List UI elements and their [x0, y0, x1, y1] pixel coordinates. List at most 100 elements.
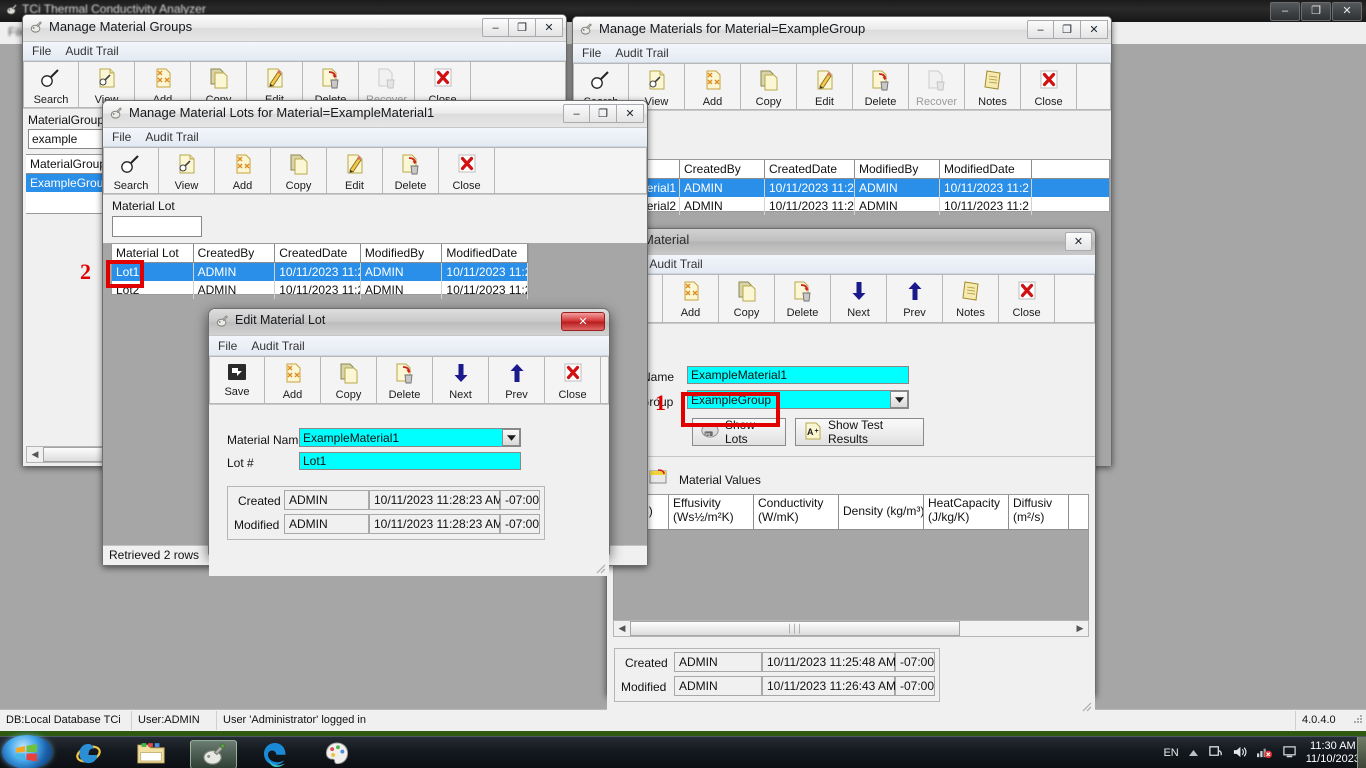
taskbar-microsoft-edge[interactable] [252, 740, 297, 767]
material-lots-menubar[interactable]: File Audit Trail [103, 128, 647, 147]
edit-material-toolbar[interactable]: Save Add Copy Delete [607, 274, 1095, 324]
toolbar-prev-button[interactable]: Prev [887, 274, 943, 323]
chevron-down-icon[interactable] [502, 429, 520, 446]
main-restore-button[interactable]: ❐ [1301, 2, 1331, 21]
toolbar-add-button[interactable]: Add [265, 356, 321, 404]
materials-grid[interactable]: Material CreatedBy CreatedDate ModifiedB… [576, 159, 1110, 215]
lot-number-input[interactable] [299, 452, 521, 470]
menu-audit-trail[interactable]: Audit Trail [145, 130, 198, 144]
system-tray[interactable]: EN 11:30 AM 11/10/2023 [1163, 737, 1360, 768]
table-row[interactable]: ExampleMaterial1 ADMIN 10/11/2023 11:2 A… [576, 179, 1109, 197]
edit-material-lot-toolbar[interactable]: Save Add Copy Delete Next Prev Close [209, 356, 609, 405]
toolbar-prev-button[interactable]: Prev [489, 356, 545, 404]
toolbar-copy-button[interactable]: Copy [719, 274, 775, 323]
table-row[interactable]: Lot2 ADMIN 10/11/2023 11:2 ADMIN 10/11/2… [112, 281, 529, 299]
toolbar-copy-button[interactable]: Copy [321, 356, 377, 404]
close-button[interactable]: ✕ [1081, 20, 1108, 39]
maximize-button[interactable]: ❐ [1054, 20, 1081, 39]
show-hidden-icons-arrow[interactable] [1188, 746, 1199, 760]
toolbar-view-button[interactable]: View [159, 147, 215, 194]
edit-material-lot-menubar[interactable]: File Audit Trail [209, 336, 609, 356]
minimize-button[interactable]: – [563, 104, 590, 123]
close-button[interactable]: ✕ [1065, 232, 1092, 251]
volume-icon[interactable] [1232, 745, 1247, 762]
toolbar-recover-button[interactable]: Recover [909, 63, 965, 110]
scroll-track[interactable]: │││ [630, 621, 1072, 636]
materials-toolbar[interactable]: Search View Add Copy [573, 63, 1111, 111]
toolbar-copy-button[interactable]: Copy [271, 147, 327, 194]
lot-material-name-input[interactable] [299, 428, 521, 447]
material-values-grid[interactable]: nt (°C) Effusivity (Ws½/m²K) Conductivit… [613, 494, 1089, 625]
start-button[interactable] [2, 735, 52, 768]
toolbar-close-button[interactable]: Close [439, 147, 495, 194]
edit-material-window[interactable]: Edit Material ✕ File Audit Trail Save Ad… [606, 228, 1096, 714]
close-button[interactable]: ✕ [617, 104, 644, 123]
material-lot-search-input[interactable] [112, 216, 202, 237]
taskbar[interactable]: EN 11:30 AM 11/10/2023 [0, 735, 1366, 768]
action-center-icon[interactable] [1208, 744, 1223, 762]
toolbar-close-button[interactable]: Close [1021, 63, 1077, 110]
material-lots-toolbar[interactable]: Search View Add Copy Edit Delete Close [103, 147, 647, 195]
toolbar-delete-button[interactable]: Delete [377, 356, 433, 404]
toolbar-next-button[interactable]: Next [831, 274, 887, 323]
main-minimize-button[interactable]: – [1270, 2, 1300, 21]
material-groups-titlebar[interactable]: Manage Material Groups – ❐ ✕ [23, 15, 566, 42]
taskbar-paint[interactable] [314, 740, 359, 767]
scroll-thumb[interactable]: │││ [630, 621, 960, 636]
close-button[interactable]: ✕ [561, 312, 605, 331]
taskbar-tci-analyzer[interactable] [190, 740, 237, 768]
minimize-button[interactable]: – [1027, 20, 1054, 39]
menu-audit-trail[interactable]: Audit Trail [649, 257, 702, 271]
toolbar-copy-button[interactable]: Copy [741, 63, 797, 110]
materials-titlebar[interactable]: Manage Materials for Material=ExampleGro… [573, 17, 1111, 44]
menu-file[interactable]: File [32, 44, 51, 58]
display-icon[interactable] [1282, 745, 1297, 762]
toolbar-delete-button[interactable]: Delete [775, 274, 831, 323]
toolbar-edit-button[interactable]: Edit [327, 147, 383, 194]
table-row[interactable]: Lot1 ADMIN 10/11/2023 11:2 ADMIN 10/11/2… [112, 263, 529, 281]
taskbar-internet-explorer[interactable] [66, 740, 111, 767]
toolbar-notes-button[interactable]: Notes [943, 274, 999, 323]
lot-material-name-combobox[interactable] [299, 428, 521, 447]
toolbar-delete-button[interactable]: Delete [383, 147, 439, 194]
scroll-right-arrow[interactable]: ▶ [1072, 621, 1088, 636]
material-values-hscrollbar[interactable]: ◀ │││ ▶ [613, 620, 1089, 637]
toolbar-next-button[interactable]: Next [433, 356, 489, 404]
network-alert-icon[interactable] [1256, 744, 1273, 762]
resize-grip[interactable] [1079, 699, 1092, 712]
toolbar-edit-button[interactable]: Edit [797, 63, 853, 110]
menu-audit-trail[interactable]: Audit Trail [615, 46, 668, 60]
main-resize-grip[interactable] [1350, 713, 1364, 727]
materials-menubar[interactable]: File Audit Trail [573, 44, 1111, 63]
toolbar-close-button[interactable]: Close [545, 356, 601, 404]
menu-audit-trail[interactable]: Audit Trail [251, 339, 304, 353]
tray-language[interactable]: EN [1163, 747, 1178, 759]
toolbar-add-button[interactable]: Add [685, 63, 741, 110]
taskbar-file-explorer[interactable] [128, 740, 173, 767]
main-close-button[interactable]: ✕ [1332, 2, 1362, 21]
toolbar-notes-button[interactable]: Notes [965, 63, 1021, 110]
scroll-left-arrow[interactable]: ◀ [27, 447, 43, 462]
menu-file[interactable]: File [112, 130, 131, 144]
toolbar-save-button[interactable]: Save [209, 356, 265, 404]
material-groups-menubar[interactable]: File Audit Trail [23, 42, 566, 61]
scroll-left-arrow[interactable]: ◀ [614, 621, 630, 636]
material-name-input[interactable] [687, 366, 909, 384]
toolbar-add-button[interactable]: Add [663, 274, 719, 323]
resize-grip[interactable] [593, 561, 606, 574]
edit-material-lot-window[interactable]: Edit Material Lot ✕ File Audit Trail Sav… [208, 308, 610, 576]
toolbar-close-button[interactable]: Close [999, 274, 1055, 323]
edit-material-titlebar[interactable]: Edit Material ✕ [607, 229, 1095, 255]
tray-clock[interactable]: 11:30 AM 11/10/2023 [1306, 740, 1360, 766]
maximize-button[interactable]: ❐ [590, 104, 617, 123]
table-row[interactable]: ExampleMaterial2 ADMIN 10/11/2023 11:2 A… [576, 197, 1109, 215]
menu-file[interactable]: File [218, 339, 237, 353]
toolbar-delete-button[interactable]: Delete [853, 63, 909, 110]
toolbar-add-button[interactable]: Add [215, 147, 271, 194]
material-lots-grid[interactable]: Material Lot CreatedBy CreatedDate Modif… [111, 243, 529, 299]
menu-file[interactable]: File [582, 46, 601, 60]
toolbar-search-button[interactable]: Search [103, 147, 159, 194]
show-desktop-button[interactable] [1357, 737, 1366, 768]
chevron-down-icon[interactable] [890, 391, 908, 408]
show-test-results-button[interactable]: A + Show Test Results [795, 418, 924, 446]
